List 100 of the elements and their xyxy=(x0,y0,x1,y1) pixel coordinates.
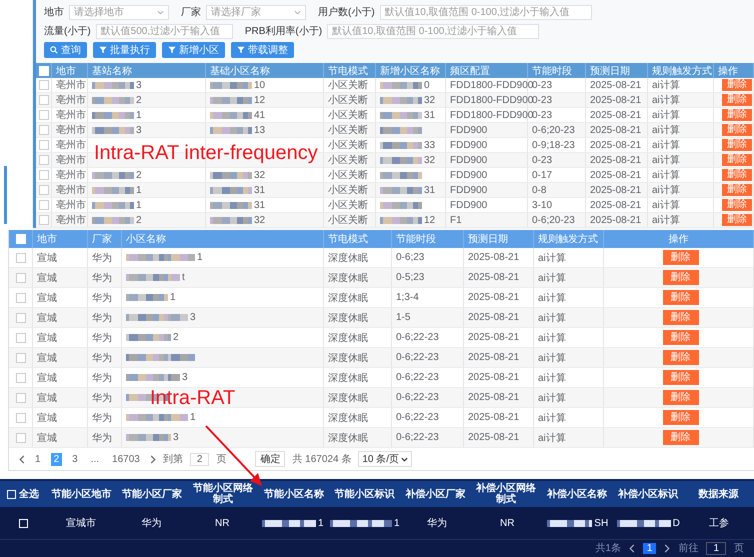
delete-button[interactable]: 删除 xyxy=(662,370,698,385)
page-number[interactable]: 3 xyxy=(69,452,81,466)
table-cell: 13 xyxy=(254,124,266,136)
page-number[interactable]: 1 xyxy=(32,452,44,466)
pixelated-text-drawing xyxy=(380,216,422,224)
column-header: 地市 xyxy=(37,232,57,246)
input-field[interactable]: 默认值10,取值范围 0-100,过滤小于输入值 xyxy=(380,4,592,20)
delete-button[interactable]: 删除 xyxy=(662,290,698,305)
delete-button[interactable]: 删除 xyxy=(722,79,752,91)
previous-page-icon[interactable] xyxy=(628,544,635,552)
toolbar-button[interactable]: 新增小区 xyxy=(162,42,225,58)
delete-button[interactable]: 删除 xyxy=(662,350,698,365)
next-page-icon[interactable] xyxy=(150,454,156,464)
table-cell-text: ai计算 xyxy=(538,332,566,344)
table-cell-text: 小区关断 xyxy=(328,168,368,182)
checkbox[interactable] xyxy=(16,312,26,322)
column-header: 预测日期 xyxy=(590,64,630,78)
checkbox[interactable] xyxy=(16,352,26,362)
delete-button[interactable]: 删除 xyxy=(662,410,698,425)
table-cell-text: 华为 xyxy=(92,372,112,384)
checkbox[interactable] xyxy=(38,140,48,150)
toolbar-button[interactable]: 带载调整 xyxy=(231,42,294,58)
checkbox[interactable] xyxy=(16,412,26,422)
input-field[interactable]: 默认值500,过滤小于输入值 xyxy=(96,24,233,38)
table-cell-text: ai计算 xyxy=(652,108,680,122)
total-count: 共1条 xyxy=(595,542,621,555)
field-label: PRB利用率(小于) xyxy=(244,24,322,38)
page-size-select[interactable]: 10 条/页 xyxy=(358,451,412,467)
delete-button[interactable]: 删除 xyxy=(722,184,752,196)
table-cell: 3 xyxy=(136,124,142,136)
checkbox[interactable] xyxy=(16,292,26,302)
delete-button[interactable]: 删除 xyxy=(722,139,752,151)
page-number[interactable]: ... xyxy=(88,452,102,466)
checkbox[interactable] xyxy=(38,110,48,120)
field-label: 地市 xyxy=(44,6,64,19)
delete-button[interactable]: 删除 xyxy=(662,250,698,265)
page-number[interactable]: 2 xyxy=(50,452,62,466)
table-cell-text: ai计算 xyxy=(538,292,566,304)
column-header: 节能小区名称 xyxy=(264,488,324,500)
delete-button[interactable]: 删除 xyxy=(662,330,698,345)
delete-button[interactable]: 删除 xyxy=(662,310,698,325)
goto-label: 到第 xyxy=(162,453,183,466)
next-page-icon[interactable] xyxy=(664,544,670,552)
page-number[interactable]: 16703 xyxy=(109,452,143,466)
page-input[interactable]: 1 xyxy=(706,542,726,554)
delete-button[interactable]: 删除 xyxy=(662,430,698,445)
table-cell: FDD1800-FDD900 xyxy=(450,110,534,120)
table-cell: 2025-08-21 xyxy=(590,214,642,226)
delete-button[interactable]: 删除 xyxy=(722,109,752,121)
toolbar-button[interactable]: 查询 xyxy=(44,42,87,58)
checkbox[interactable] xyxy=(38,170,48,180)
table-cell-text: 亳州市 xyxy=(56,108,86,122)
select-field[interactable]: 请选择地市 xyxy=(69,4,169,20)
input-field[interactable]: 默认值10,取值范围 0-100,过滤小于输入值 xyxy=(327,24,540,38)
column-header: 节电模式 xyxy=(328,232,368,246)
pixelated-text-drawing xyxy=(126,294,168,301)
table-cell-text: 宣城 xyxy=(37,332,57,344)
checkbox[interactable] xyxy=(38,155,48,165)
checkbox[interactable] xyxy=(16,372,26,382)
table-cell: 12 xyxy=(424,214,436,226)
checkbox[interactable] xyxy=(38,200,48,210)
table-cell: 32 xyxy=(254,170,266,180)
delete-button[interactable]: 删除 xyxy=(722,199,752,211)
pixelated-text-drawing xyxy=(380,112,422,118)
table-cell: 31 xyxy=(424,110,436,120)
delete-button[interactable]: 删除 xyxy=(722,124,752,136)
page-number[interactable]: 1 xyxy=(642,542,656,554)
column-header: 节能小区厂家 xyxy=(122,488,182,500)
confirm-button[interactable]: 确定 xyxy=(255,451,286,467)
checkbox[interactable] xyxy=(38,185,48,195)
table-cell: 2 xyxy=(136,170,142,180)
checkbox[interactable] xyxy=(16,332,26,342)
delete-button[interactable]: 删除 xyxy=(722,154,752,166)
delete-button[interactable]: 删除 xyxy=(722,94,752,106)
previous-page-icon[interactable] xyxy=(19,454,25,464)
checkbox[interactable] xyxy=(16,252,26,262)
checkbox[interactable] xyxy=(16,392,26,402)
table-cell-text: 宣城 xyxy=(37,392,57,404)
checkbox[interactable] xyxy=(16,432,26,442)
delete-button[interactable]: 删除 xyxy=(662,390,698,405)
delete-button[interactable]: 删除 xyxy=(662,270,698,285)
checkbox[interactable] xyxy=(16,272,26,282)
checkbox[interactable] xyxy=(38,125,48,135)
table-cell: 工参 xyxy=(708,518,729,528)
table-cell: 2025-08-21 xyxy=(468,352,520,363)
caret-icon xyxy=(294,10,301,14)
checkbox[interactable] xyxy=(38,80,48,90)
table-cell: 32 xyxy=(424,94,436,106)
table-cell-text: 亳州市 xyxy=(56,184,86,197)
column-header: 补偿小区标识 xyxy=(618,488,678,500)
table-cell: 2025-08-21 xyxy=(468,392,520,403)
select-field[interactable]: 请选择厂家 xyxy=(206,4,306,20)
pixelated-text-drawing xyxy=(92,172,134,178)
toolbar-button[interactable]: 批量执行 xyxy=(93,42,156,58)
page-input[interactable]: 2 xyxy=(190,452,210,466)
checkbox[interactable] xyxy=(38,95,48,105)
delete-button[interactable]: 删除 xyxy=(722,214,752,226)
delete-button[interactable]: 删除 xyxy=(722,169,752,181)
checkbox[interactable] xyxy=(38,215,48,225)
table-cell-text: 小区关断 xyxy=(328,108,368,122)
